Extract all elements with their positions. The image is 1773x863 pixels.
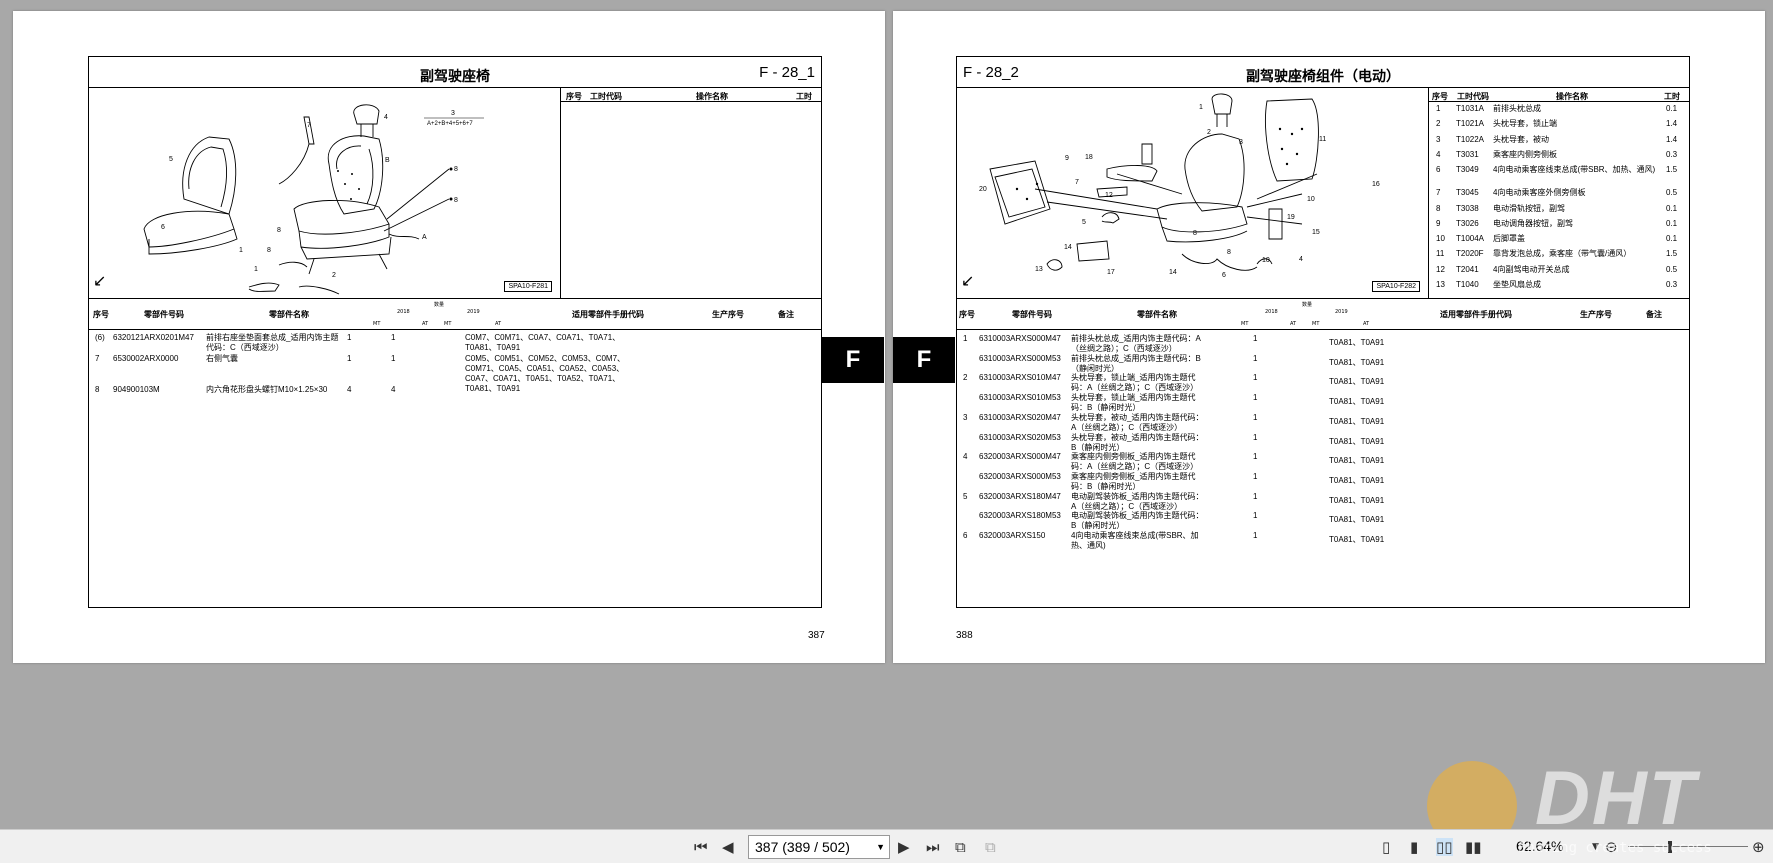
svg-text:2: 2	[332, 272, 336, 279]
chevron-down-icon[interactable]: ▼	[876, 836, 885, 858]
svg-text:16: 16	[1372, 181, 1380, 188]
parts-header-qty: 数量	[1302, 302, 1313, 308]
section-tab: F	[893, 337, 955, 383]
svg-text:8: 8	[454, 166, 458, 173]
diagram-ref: SPA10-F281	[504, 281, 552, 292]
parts-header-mt: MT	[373, 321, 381, 327]
two-page-continuous-icon[interactable]: ▮▮	[1465, 838, 1482, 856]
diagram-ref: SPA10-F282	[1372, 281, 1420, 292]
svg-text:12: 12	[1105, 192, 1113, 199]
continuous-page-icon[interactable]: ▮	[1410, 838, 1418, 856]
arrow-icon: ↙	[961, 271, 975, 290]
svg-text:5: 5	[1082, 219, 1086, 226]
paste-icon: ⧉	[985, 838, 996, 856]
previous-page-icon[interactable]: ◀	[722, 838, 734, 856]
svg-text:8: 8	[1227, 249, 1231, 256]
page-number: 387	[808, 630, 825, 641]
svg-text:A: A	[422, 234, 427, 241]
parts-header-qty: 数量	[434, 302, 445, 308]
svg-text:10: 10	[1307, 196, 1315, 203]
zoom-in-icon[interactable]: ⊕	[1752, 838, 1765, 856]
last-page-icon[interactable]: ⏭	[926, 838, 940, 856]
parts-header-seq: 生产序号	[1580, 310, 1612, 319]
svg-text:5: 5	[169, 156, 173, 163]
next-page-icon[interactable]: ▶	[898, 838, 910, 856]
parts-header-applicable: 适用零部件手册代码	[1440, 310, 1512, 319]
svg-text:6: 6	[1222, 272, 1226, 279]
svg-text:14: 14	[1169, 269, 1177, 276]
svg-text:7: 7	[1075, 179, 1079, 186]
svg-text:1: 1	[254, 266, 258, 273]
svg-text:15: 15	[1312, 229, 1320, 236]
assembly-formula: A+2+B+4+5+6+7	[427, 121, 473, 127]
svg-text:3: 3	[1239, 139, 1243, 146]
page-title: 副驾驶座椅组件（电动）	[1246, 69, 1400, 85]
svg-text:8: 8	[454, 197, 458, 204]
svg-text:6: 6	[161, 224, 165, 231]
pdf-page-left: 副驾驶座椅 F - 28_1 4 5 6 7 8 8 8 8 A B 1 1 2…	[13, 11, 885, 663]
parts-header-remark: 备注	[1646, 310, 1662, 319]
svg-text:13: 13	[1035, 266, 1043, 273]
single-page-icon[interactable]: ▯	[1382, 838, 1390, 856]
parts-header-remark: 备注	[778, 310, 794, 319]
parts-header-no: 序号	[93, 310, 109, 319]
svg-text:18: 18	[1085, 154, 1093, 161]
svg-text:8: 8	[277, 227, 281, 234]
parts-header-seq: 生产序号	[712, 310, 744, 319]
section-tab: F	[822, 337, 884, 383]
pdf-toolbar: ⏮ ◀ 387 (389 / 502) ▼ ▶ ⏭ ⧉ ⧉ ▯ ▮ ▯▯ ▮▮ 6…	[0, 829, 1773, 863]
page-title: 副驾驶座椅	[420, 69, 490, 85]
parts-header-at: AT	[422, 321, 429, 327]
svg-text:B: B	[385, 157, 390, 164]
catalog-frame-right: F - 28_2 副驾驶座椅组件（电动） 1 2 3 11 20 18 9 7 …	[956, 56, 1690, 608]
svg-text:14: 14	[1064, 244, 1072, 251]
parts-header-y1: 2018	[1265, 309, 1278, 315]
catalog-code: F - 28_1	[759, 64, 815, 81]
formula-label: 3	[451, 110, 455, 117]
parts-header-mt2: MT	[444, 321, 452, 327]
svg-text:9: 9	[1065, 155, 1069, 162]
page-number-value: 387 (389 / 502)	[755, 839, 850, 855]
exploded-seat-diagram: 4 5 6 7 8 8 8 8 A B 1 1 2 3 A+2+B+4+5+6+7 ↙ SPA1…	[89, 89, 560, 298]
parts-header-at2: AT	[495, 321, 502, 327]
catalog-frame-left: 副驾驶座椅 F - 28_1 4 5 6 7 8 8 8 8 A B 1 1 2…	[88, 56, 822, 608]
svg-text:7: 7	[307, 122, 311, 129]
svg-text:4: 4	[384, 114, 388, 121]
parts-header-at2: AT	[1363, 321, 1370, 327]
parts-header-name: 零部件名称	[1137, 310, 1177, 319]
svg-text:11: 11	[1319, 136, 1326, 143]
parts-header-y2: 2019	[467, 309, 480, 315]
parts-header-applicable: 适用零部件手册代码	[572, 310, 644, 319]
parts-header-y2: 2019	[1335, 309, 1348, 315]
parts-header-mt2: MT	[1312, 321, 1320, 327]
exploded-seat-diagram: 123 11 20 18 9 7 12 5 14 13 17 14 6 10 15 16 19 10 4…	[957, 89, 1428, 298]
page-number-input[interactable]: 387 (389 / 502) ▼	[748, 835, 890, 859]
parts-header-name: 零部件名称	[269, 310, 309, 319]
svg-text:1: 1	[1199, 104, 1203, 111]
svg-text:20: 20	[979, 186, 987, 193]
svg-text:1: 1	[239, 247, 243, 254]
arrow-icon: ↙	[93, 271, 107, 290]
parts-header-no: 序号	[959, 310, 975, 319]
parts-header-part-no: 零部件号码	[1012, 310, 1052, 319]
svg-text:10: 10	[1262, 257, 1270, 264]
svg-text:2: 2	[1207, 129, 1211, 136]
copy-icon[interactable]: ⧉	[955, 838, 966, 856]
svg-text:19: 19	[1287, 214, 1295, 221]
svg-text:17: 17	[1107, 269, 1115, 276]
svg-text:8: 8	[1193, 230, 1197, 237]
two-page-icon[interactable]: ▯▯	[1436, 838, 1453, 856]
first-page-icon[interactable]: ⏮	[694, 838, 708, 856]
parts-header-part-no: 零部件号码	[144, 310, 184, 319]
pdf-page-right: F F - 28_2 副驾驶座椅组件（电动） 1 2 3 11 20 18 9 …	[893, 11, 1765, 663]
parts-header-at: AT	[1290, 321, 1297, 327]
svg-text:8: 8	[267, 247, 271, 254]
svg-text:4: 4	[1299, 256, 1303, 263]
parts-header-y1: 2018	[397, 309, 410, 315]
parts-header-mt: MT	[1241, 321, 1249, 327]
watermark-subtitle: Sharing creates success	[1518, 840, 1712, 856]
page-number: 388	[956, 630, 973, 641]
